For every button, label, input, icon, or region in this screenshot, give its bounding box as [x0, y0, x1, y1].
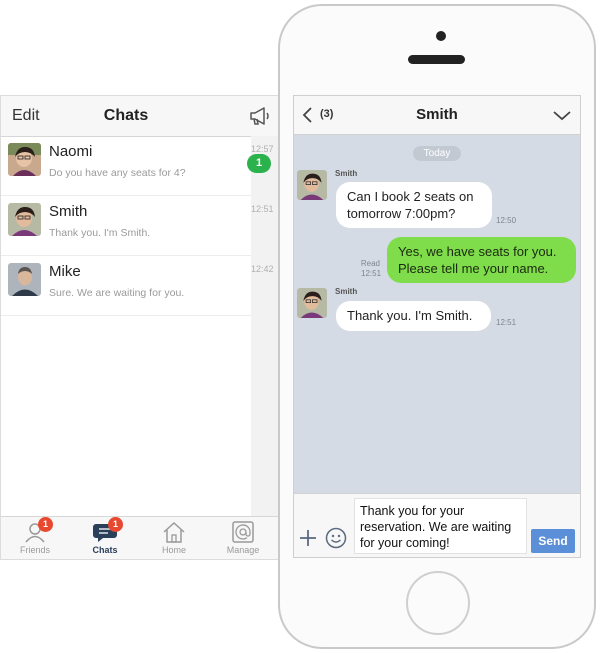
chat-item-smith[interactable]: Smith Thank you. I'm Smith. 12:51 [1, 196, 274, 256]
message-preview: Do you have any seats for 4? [49, 167, 186, 179]
sender-name: Smith [335, 287, 358, 296]
tab-home[interactable]: Home [144, 521, 204, 555]
notification-badge: 1 [108, 517, 123, 532]
avatar[interactable] [297, 170, 327, 200]
avatar [8, 143, 41, 176]
contact-name: Mike [49, 263, 81, 280]
chevron-down-icon[interactable] [552, 108, 572, 122]
side-shade [251, 136, 279, 559]
message-preview: Thank you. I'm Smith. [49, 227, 151, 239]
chat-item-naomi[interactable]: Naomi Do you have any seats for 4? 12:57 [1, 136, 274, 196]
message-time: 12:51 [496, 318, 517, 327]
conversation-title: Smith [416, 106, 458, 123]
message-time: 12:51 [361, 269, 382, 278]
tab-bar: 1 Friends 1 Chats Home Manage [1, 516, 279, 559]
message-composer: Thank you for your reservation. We are w… [294, 493, 580, 557]
contact-name: Smith [49, 203, 88, 220]
message-text: Yes, we have seats for you. [398, 244, 557, 259]
message-bubble-incoming[interactable]: Can I book 2 seats on tomorrow 7:00pm? [336, 182, 492, 228]
tab-label: Manage [226, 545, 260, 555]
at-sign-icon [232, 521, 254, 543]
avatar[interactable] [297, 288, 327, 318]
send-button[interactable]: Send [531, 529, 575, 553]
conversation-header: (3) Smith [294, 96, 580, 135]
front-camera-icon [436, 31, 446, 41]
tab-label: Chats [92, 545, 118, 555]
message-bubble-incoming[interactable]: Thank you. I'm Smith. [336, 301, 491, 331]
tab-friends[interactable]: 1 Friends [5, 517, 65, 555]
message-text: Can I book 2 seats on [347, 189, 474, 204]
chat-item-mike[interactable]: Mike Sure. We are waiting for you. 12:42 [1, 256, 274, 316]
message-bubble-outgoing[interactable]: Yes, we have seats for you. Please tell … [387, 237, 576, 283]
message-time: 12:50 [496, 216, 517, 225]
emoji-icon[interactable] [325, 527, 347, 549]
timestamp: 12:57 [251, 144, 274, 154]
message-text: Please tell me your name. [398, 261, 549, 276]
tab-label: Home [161, 545, 186, 555]
plus-icon[interactable] [299, 529, 317, 547]
sender-name: Smith [335, 169, 358, 178]
timestamp: 12:42 [251, 264, 274, 274]
conversation-screen: (3) Smith Today Smith Can I book 2 seats… [293, 95, 581, 558]
contact-name: Naomi [49, 143, 93, 160]
notification-badge: 1 [38, 517, 53, 532]
unread-count-badge: 1 [247, 154, 271, 173]
tab-chats[interactable]: 1 Chats [75, 517, 135, 555]
timestamp: 12:51 [251, 204, 274, 214]
tab-manage[interactable]: Manage [213, 521, 273, 555]
tab-label: Friends [19, 545, 50, 555]
avatar [8, 263, 41, 296]
message-text: tomorrow 7:00pm? [347, 206, 456, 221]
chat-list-screen: Edit Chats Naomi Do you have any seats f… [0, 95, 280, 560]
home-button[interactable] [406, 571, 470, 635]
megaphone-icon[interactable] [248, 106, 272, 126]
message-text: Thank you. I'm Smith. [347, 308, 473, 323]
home-icon [163, 521, 185, 543]
speaker-grille [408, 55, 465, 64]
avatar [8, 203, 41, 236]
date-separator: Today [413, 146, 461, 161]
message-preview: Sure. We are waiting for you. [49, 287, 185, 299]
message-input[interactable]: Thank you for your reservation. We are w… [354, 498, 527, 554]
chat-list-header: Edit Chats [1, 96, 279, 137]
page-title: Chats [103, 107, 149, 124]
read-receipt: Read [360, 259, 380, 268]
